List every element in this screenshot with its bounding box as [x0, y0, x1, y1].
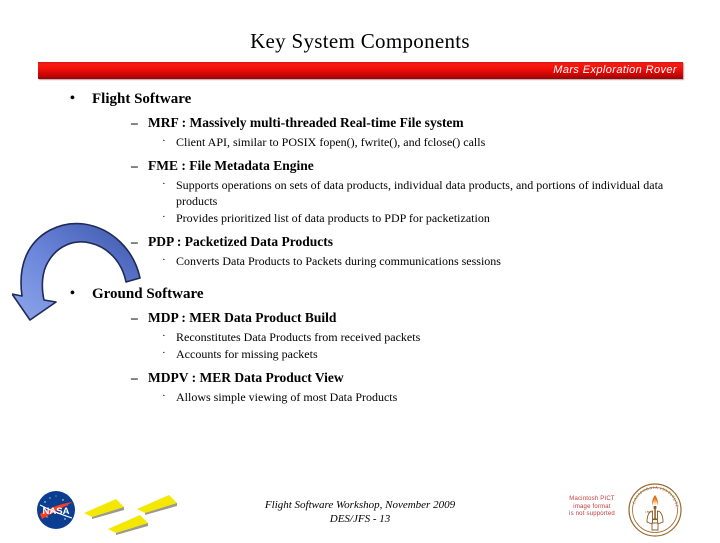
bullet-text: Reconstitutes Data Products from receive…	[176, 330, 421, 344]
curved-arrow-icon	[11, 216, 144, 328]
bullet-marker: ·	[162, 390, 166, 402]
bullet-marker: ·	[162, 178, 166, 190]
banner-label: Mars Exploration Rover	[553, 64, 677, 76]
caltech-seal-year: 1891	[645, 510, 652, 514]
bullet-marker: –	[131, 115, 138, 130]
bullet-marker: ·	[162, 330, 166, 342]
bullet-marker: ·	[162, 211, 166, 223]
nasa-wordmark: NASA	[43, 506, 70, 517]
pict-placeholder-line-1: Macintosh PICT	[569, 496, 615, 502]
pict-image-placeholder: Macintosh PICT image format is not suppo…	[549, 496, 635, 519]
bullet-marker: –	[131, 158, 138, 173]
yellow-wedge-icon	[106, 513, 150, 540]
bullet-marker: –	[131, 370, 138, 385]
bullet-text: Flight Software	[92, 91, 192, 107]
bullet-item-level-3: · Supports operations on sets of data pro…	[0, 177, 720, 209]
bullet-text: Accounts for missing packets	[176, 347, 318, 361]
bullet-item-level-3: · Client API, similar to POSIX fopen(), f…	[0, 134, 720, 150]
caltech-seal-icon: CALIFORNIA INSTITUTE OF TECHNOLOGY 1891	[625, 478, 683, 538]
bullet-text: MDPV : MER Data Product View	[148, 370, 344, 385]
bullet-text: PDP : Packetized Data Products	[148, 234, 333, 249]
bullet-marker: ·	[162, 347, 166, 359]
pict-placeholder-line-2: image format	[573, 503, 611, 510]
bullet-text: Allows simple viewing of most Data Produ…	[176, 390, 398, 404]
page-title: Key System Components	[250, 29, 470, 53]
mer-banner: Mars Exploration Rover	[38, 62, 683, 79]
pict-placeholder-line-3: is not supported	[569, 511, 615, 517]
bullet-item-level-3: · Reconstitutes Data Products from receiv…	[0, 329, 720, 345]
bullet-item-level-2: – MRF : Massively multi-threaded Real-tim…	[0, 112, 720, 133]
bullet-item-level-1: • Flight Software	[0, 88, 720, 110]
bullet-item-level-3: · Allows simple viewing of most Data Prod…	[0, 389, 720, 405]
bullet-text: MRF : Massively multi-threaded Real-time…	[148, 115, 464, 130]
bullet-text: Converts Data Products to Packets during…	[176, 254, 501, 268]
bullet-text: Supports operations on sets of data prod…	[176, 178, 664, 208]
bullet-item-level-3: · Accounts for missing packets	[0, 346, 720, 362]
nasa-meatball-icon: NASA	[36, 490, 76, 530]
bullet-item-level-2: – FME : File Metadata Engine	[0, 155, 720, 176]
bullet-text: Client API, similar to POSIX fopen(), fw…	[176, 135, 486, 149]
nasa-logo-group: NASA	[36, 487, 186, 535]
bullet-marker: ·	[162, 254, 166, 266]
bullet-marker: •	[70, 91, 75, 106]
bullet-text: MDP : MER Data Product Build	[148, 310, 337, 325]
bullet-item-level-2: – MDPV : MER Data Product View	[0, 367, 720, 388]
bullet-marker: ·	[162, 135, 166, 147]
bullet-text: FME : File Metadata Engine	[148, 158, 314, 173]
bullet-text: Provides prioritized list of data produc…	[176, 211, 490, 225]
